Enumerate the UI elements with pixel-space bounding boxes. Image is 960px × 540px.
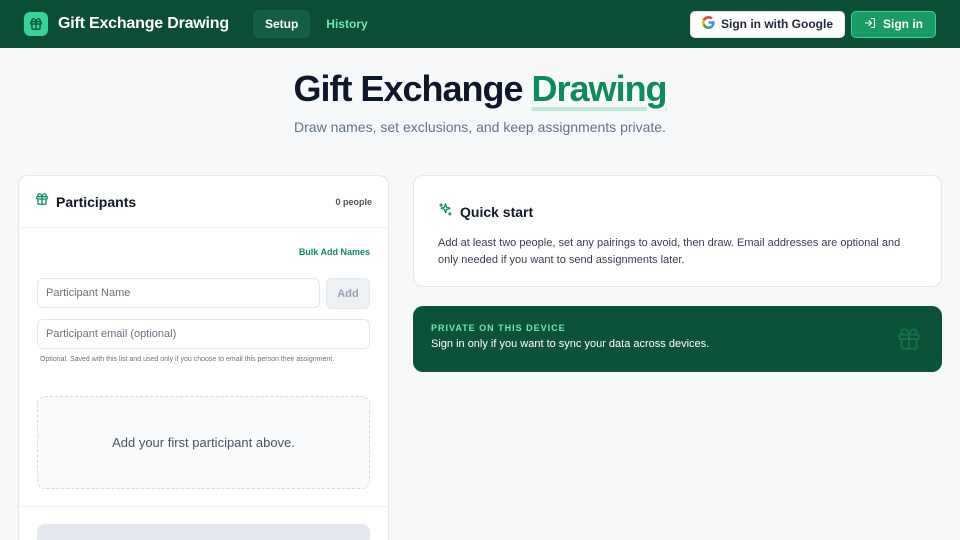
email-hint: Optional. Saved with this list and used … [40,356,335,363]
page-title-main: Gift Exchange [293,68,523,109]
signin-label: Sign in [883,17,923,31]
participants-count: 0 people [335,196,372,207]
participant-name-input[interactable] [37,278,320,308]
google-signin-label: Sign in with Google [721,17,833,31]
participants-card: Participants 0 people Bulk Add Names Add… [18,175,389,540]
page-subtitle: Draw names, set exclusions, and keep ass… [294,119,666,135]
quick-start-card: Quick start Add at least two people, set… [413,175,942,287]
participant-email-input[interactable] [37,319,370,349]
quick-start-title: Quick start [460,204,534,220]
bulk-add-names-button[interactable]: Bulk Add Names [299,247,370,257]
tab-setup[interactable]: Setup [252,10,311,38]
private-notice-body: Sign in only if you want to sync your da… [431,338,710,350]
gift-icon [35,192,49,211]
quick-start-header: Quick start [438,202,917,222]
page-title: Gift Exchange Drawing [0,68,960,110]
gift-icon [896,326,922,357]
tab-history[interactable]: History [314,10,379,38]
signin-button[interactable]: Sign in [851,10,936,38]
participants-empty-state: Add your first participant above. [37,396,370,489]
page-title-accent: Drawing [531,68,668,109]
auth-actions: Sign in with Google Sign in [690,10,936,38]
participants-header: Participants 0 people [19,176,388,228]
sparkles-icon [438,202,453,222]
participants-title: Participants [56,193,137,210]
draw-button[interactable] [37,524,370,540]
private-notice-label: PRIVATE ON THIS DEVICE [431,323,566,333]
app-title: Gift Exchange Drawing [58,15,229,32]
private-notice-card: PRIVATE ON THIS DEVICE Sign in only if y… [413,306,942,372]
top-nav-bar: Gift Exchange Drawing Setup History Sign… [0,0,960,48]
google-logo-icon [702,16,715,32]
main-nav: Setup History [252,10,380,38]
gift-icon [24,12,48,36]
quick-start-body: Add at least two people, set any pairing… [438,237,901,266]
add-participant-button[interactable]: Add [326,278,370,309]
sign-in-icon [864,17,876,32]
divider [19,506,388,507]
brand[interactable]: Gift Exchange Drawing [24,12,229,36]
google-signin-button[interactable]: Sign in with Google [690,10,845,38]
